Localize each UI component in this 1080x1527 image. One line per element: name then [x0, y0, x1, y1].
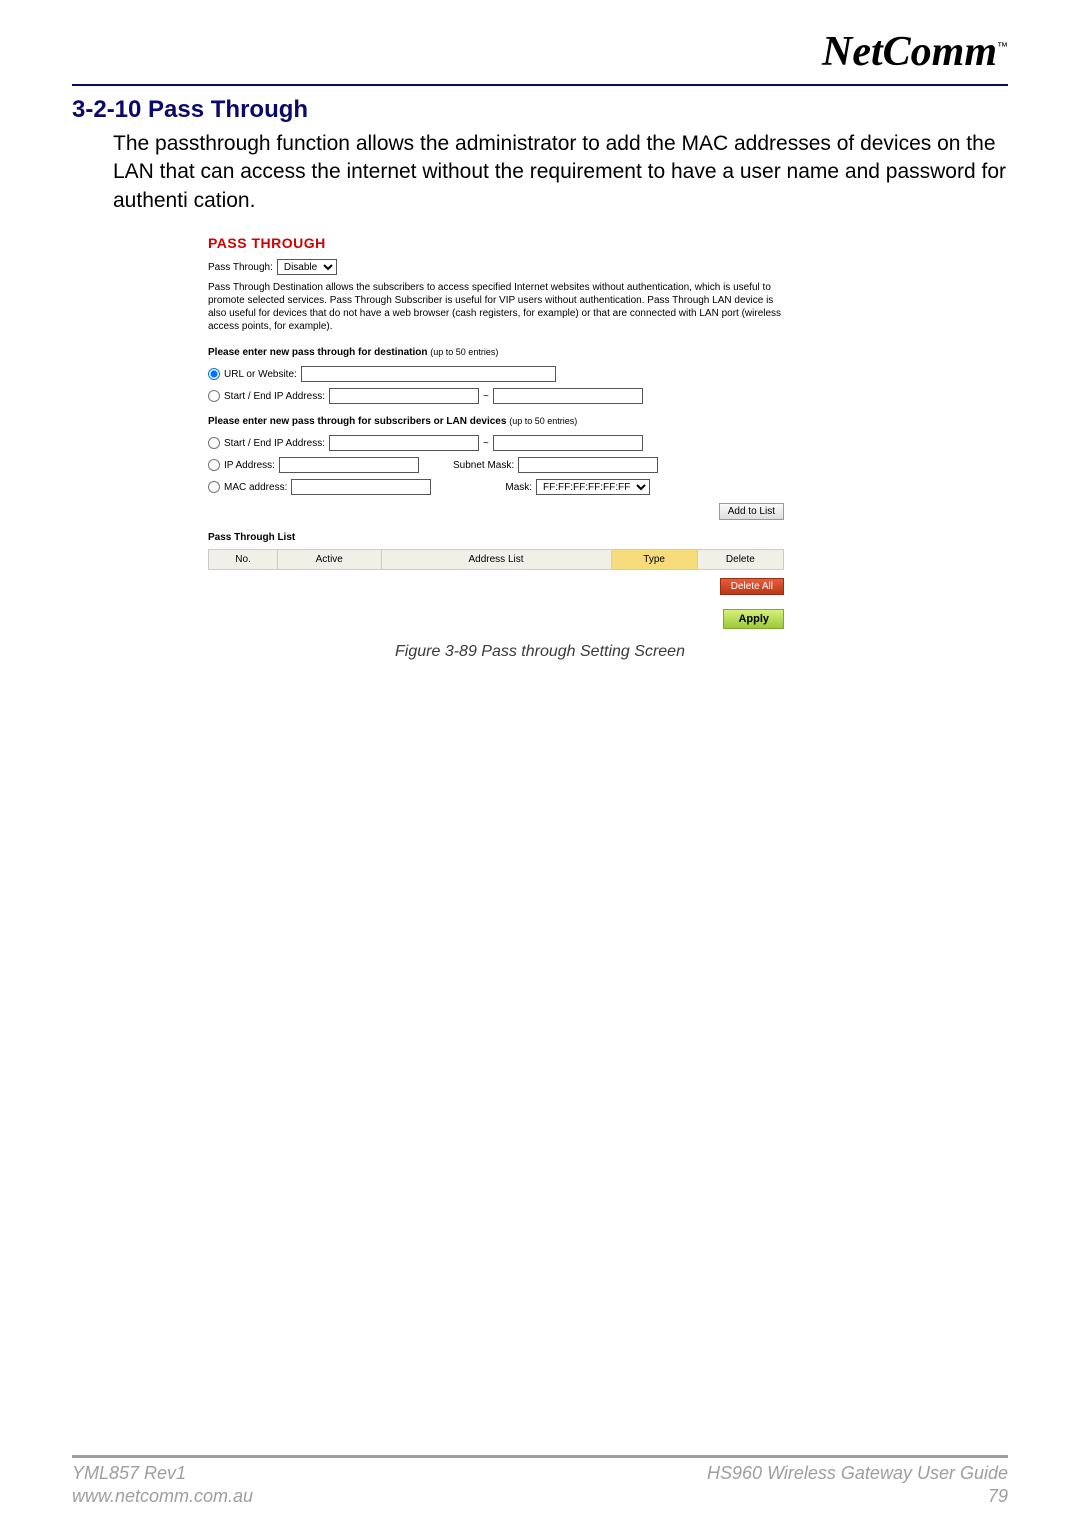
logo: NetComm™ — [822, 28, 1008, 76]
footer-right: HS960 Wireless Gateway User Guide 79 — [707, 1462, 1008, 1507]
page-footer: YML857 Rev1 www.netcomm.com.au HS960 Wir… — [72, 1455, 1008, 1507]
ip-address-input[interactable] — [279, 457, 419, 473]
footer-divider — [72, 1455, 1008, 1458]
footer-row: YML857 Rev1 www.netcomm.com.au HS960 Wir… — [72, 1462, 1008, 1507]
url-website-row: URL or Website: — [208, 366, 784, 382]
dest-ip-range-label: Start / End IP Address: — [224, 391, 325, 402]
footer-rev: YML857 Rev1 — [72, 1462, 253, 1485]
description-text: Pass Through Destination allows the subs… — [208, 281, 784, 333]
ip-address-radio[interactable] — [208, 459, 220, 471]
panel-title: PASS THROUGH — [208, 235, 784, 251]
url-label: URL or Website: — [224, 369, 297, 380]
settings-screenshot: PASS THROUGH Pass Through: Disable Pass … — [208, 235, 784, 629]
list-title: Pass Through List — [208, 532, 784, 543]
subs-start-ip-input[interactable] — [329, 435, 479, 451]
ip-address-row: IP Address: Subnet Mask: — [208, 457, 784, 473]
dest-start-ip-input[interactable] — [329, 388, 479, 404]
page-header: NetComm™ — [0, 0, 1080, 84]
col-type: Type — [611, 550, 697, 570]
url-input[interactable] — [301, 366, 556, 382]
subs-ip-range-radio[interactable] — [208, 437, 220, 449]
pass-through-list-table: No. Active Address List Type Delete — [208, 549, 784, 570]
delete-all-row: Delete All — [208, 578, 784, 595]
mac-label: MAC address: — [224, 482, 287, 493]
subs-ip-range-row: Start / End IP Address: ~ — [208, 435, 784, 451]
footer-left: YML857 Rev1 www.netcomm.com.au — [72, 1462, 253, 1507]
url-radio[interactable] — [208, 368, 220, 380]
dest-ip-range-radio[interactable] — [208, 390, 220, 402]
figure-caption: Figure 3-89 Pass through Setting Screen — [0, 643, 1080, 661]
subscriber-heading: Please enter new pass through for subscr… — [208, 416, 784, 427]
mac-address-row: MAC address: Mask: FF:FF:FF:FF:FF:FF — [208, 479, 784, 495]
logo-text: NetComm — [822, 29, 997, 75]
add-to-list-button[interactable]: Add to List — [719, 503, 784, 520]
trademark-symbol: ™ — [997, 41, 1008, 53]
footer-url: www.netcomm.com.au — [72, 1485, 253, 1508]
pass-through-toggle-row: Pass Through: Disable — [208, 259, 784, 275]
subs-ip-range-label: Start / End IP Address: — [224, 438, 325, 449]
body-text: The passthrough function allows the admi… — [113, 130, 1008, 215]
col-no: No. — [209, 550, 278, 570]
mask-select[interactable]: FF:FF:FF:FF:FF:FF — [536, 479, 650, 495]
ip-address-label: IP Address: — [224, 460, 275, 471]
col-delete: Delete — [697, 550, 783, 570]
subnet-mask-input[interactable] — [518, 457, 658, 473]
mask-label: Mask: — [505, 482, 532, 493]
section-title: 3-2-10 Pass Through — [72, 96, 1008, 124]
pass-through-select[interactable]: Disable — [277, 259, 337, 275]
col-address: Address List — [381, 550, 611, 570]
mac-input[interactable] — [291, 479, 431, 495]
apply-row: Apply — [208, 609, 784, 629]
mac-radio[interactable] — [208, 481, 220, 493]
footer-page-number: 79 — [707, 1485, 1008, 1508]
subnet-mask-label: Subnet Mask: — [453, 460, 514, 471]
dest-ip-range-row: Start / End IP Address: ~ — [208, 388, 784, 404]
footer-guide-title: HS960 Wireless Gateway User Guide — [707, 1462, 1008, 1485]
dest-end-ip-input[interactable] — [493, 388, 643, 404]
table-header-row: No. Active Address List Type Delete — [209, 550, 784, 570]
pass-through-label: Pass Through: — [208, 262, 273, 273]
header-divider — [72, 84, 1008, 86]
apply-button[interactable]: Apply — [723, 609, 784, 629]
delete-all-button[interactable]: Delete All — [720, 578, 784, 595]
subs-end-ip-input[interactable] — [493, 435, 643, 451]
add-button-row: Add to List — [208, 503, 784, 520]
col-active: Active — [278, 550, 382, 570]
destination-heading: Please enter new pass through for destin… — [208, 347, 784, 358]
